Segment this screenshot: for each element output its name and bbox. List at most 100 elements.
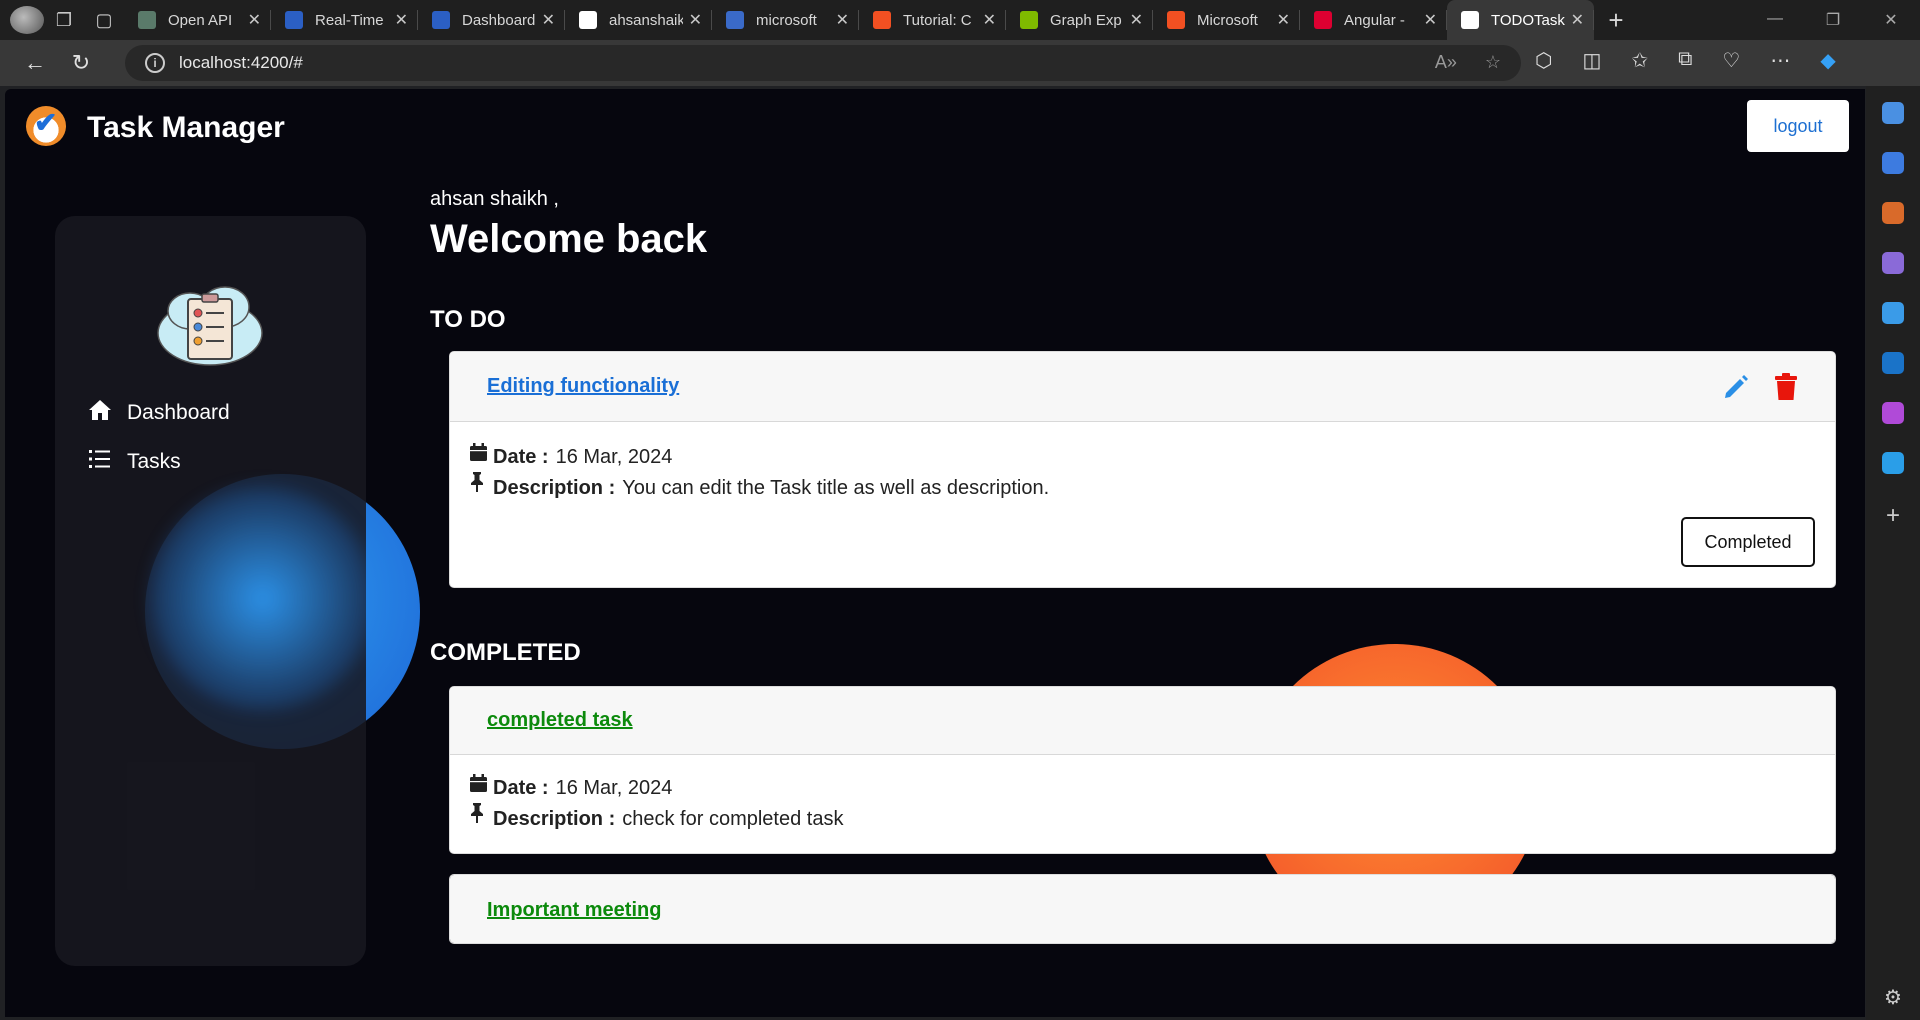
task-date: 16 Mar, 2024 [555, 777, 673, 799]
microsoft-365-icon[interactable] [1882, 302, 1904, 324]
favorites-icon[interactable]: ✩ [1631, 48, 1648, 73]
tab-favicon-icon [432, 11, 450, 29]
browser-tab[interactable]: Angular - ✕ [1300, 0, 1447, 40]
task-card-header: Editing functionality [450, 352, 1835, 422]
search-icon[interactable] [1882, 102, 1904, 124]
browser-tab[interactable]: TODOTask ✕ [1447, 0, 1594, 40]
tab-close-icon[interactable]: ✕ [1277, 10, 1290, 30]
more-menu-icon[interactable]: ⋯ [1770, 48, 1790, 73]
copilot-icon[interactable]: ◆ [1820, 48, 1835, 73]
browser-toolbar: ⬡ ◫ ✩ ⧉ ♡ ⋯ ◆ [1535, 48, 1836, 73]
welcome-heading: Welcome back [430, 217, 708, 261]
date-label: Date : [493, 446, 549, 468]
settings-gear-icon[interactable]: ⚙ [1866, 985, 1920, 1010]
read-aloud-icon[interactable]: A» [1435, 52, 1457, 73]
task-title-link[interactable]: Important meeting [487, 899, 661, 922]
add-sidebar-app-icon[interactable]: + [1866, 502, 1920, 530]
profile-avatar[interactable] [10, 6, 44, 34]
tab-close-icon[interactable]: ✕ [836, 10, 849, 30]
task-date-row: Date : 16 Mar, 2024 [470, 442, 1815, 472]
browser-tab[interactable]: Graph Exp ✕ [1006, 0, 1153, 40]
restore-button[interactable]: ❐ [1804, 10, 1862, 30]
tab-favicon-icon [1314, 11, 1332, 29]
refresh-button[interactable]: ↻ [58, 40, 104, 86]
tab-label: Real-Time [315, 11, 384, 29]
tab-label: Tutorial: C [903, 11, 972, 29]
tab-close-icon[interactable]: ✕ [1424, 10, 1437, 30]
extensions-icon[interactable]: ⬡ [1535, 48, 1552, 73]
back-button[interactable]: ← [12, 40, 58, 86]
task-title-link[interactable]: completed task [487, 709, 633, 732]
calendar-icon [470, 773, 488, 803]
browser-tab[interactable]: Tutorial: C ✕ [859, 0, 1006, 40]
browser-tab[interactable]: Real-Time ✕ [271, 0, 418, 40]
task-description: check for completed task [622, 807, 844, 830]
calendar-icon [470, 442, 488, 472]
tab-close-icon[interactable]: ✕ [983, 10, 996, 30]
browser-tab[interactable]: Microsoft ✕ [1153, 0, 1300, 40]
sidebar-item-label: Tasks [127, 450, 181, 473]
sidebar-item-tasks[interactable]: Tasks [83, 449, 181, 475]
todo-task-card: Editing functionality Date : 16 Mar, 202… [449, 351, 1836, 588]
browser-tab[interactable]: ahsanshaikh ✕ [565, 0, 712, 40]
tab-favicon-icon [1167, 11, 1185, 29]
tab-actions-icon[interactable]: ▢ [84, 0, 124, 40]
pushpin-icon [470, 472, 488, 503]
browser-essentials-icon[interactable]: ♡ [1722, 48, 1740, 73]
tools-icon[interactable] [1882, 202, 1904, 224]
tab-favicon-icon [579, 11, 597, 29]
tab-label: Angular - [1344, 11, 1405, 29]
split-screen-icon[interactable]: ◫ [1582, 48, 1601, 73]
workspaces-icon[interactable]: ❐ [44, 0, 84, 40]
drop-icon[interactable] [1882, 452, 1904, 474]
tab-label: Dashboard [462, 11, 536, 29]
tab-close-icon[interactable]: ✕ [248, 10, 261, 30]
mark-completed-button[interactable]: Completed [1681, 517, 1815, 567]
browser-tab[interactable]: Open API ✕ [124, 0, 271, 40]
outlook-icon[interactable] [1882, 352, 1904, 374]
completed-section-title: COMPLETED [430, 639, 581, 666]
new-tab-button[interactable]: + [1594, 5, 1638, 36]
browser-tab[interactable]: microsoft ✕ [712, 0, 859, 40]
completed-task-card: completed task Date : 16 Mar, 2024 Descr… [449, 686, 1836, 854]
minimize-button[interactable]: — [1746, 10, 1804, 30]
task-description-row: Description : check for completed task [470, 803, 1815, 834]
favorite-star-icon[interactable]: ☆ [1485, 52, 1501, 73]
tab-favicon-icon [285, 11, 303, 29]
url-field[interactable]: i localhost:4200/# A» ☆ [125, 45, 1521, 81]
tab-favicon-icon [1020, 11, 1038, 29]
browser-tab[interactable]: Dashboard ✕ [418, 0, 565, 40]
logout-button[interactable]: logout [1747, 100, 1849, 152]
shopping-icon[interactable] [1882, 152, 1904, 174]
sidebar-item-dashboard[interactable]: Dashboard [83, 399, 230, 427]
task-title-link[interactable]: Editing functionality [487, 375, 679, 398]
date-label: Date : [493, 777, 549, 799]
task-card-body: Date : 16 Mar, 2024 Description : check … [450, 755, 1835, 852]
tab-label: TODOTask [1491, 11, 1565, 29]
site-info-icon[interactable]: i [145, 53, 165, 73]
user-greeting: ahsan shaikh , [430, 188, 559, 210]
tab-close-icon[interactable]: ✕ [542, 10, 555, 30]
collections-icon[interactable]: ⧉ [1678, 48, 1692, 73]
edit-pencil-icon[interactable] [1721, 372, 1751, 402]
tab-label: microsoft [756, 11, 817, 29]
task-description: You can edit the Task title as well as d… [622, 476, 1050, 499]
games-icon[interactable] [1882, 252, 1904, 274]
sidebar-item-label: Dashboard [127, 401, 230, 424]
app-title: Task Manager [87, 111, 285, 144]
task-card-body: Date : 16 Mar, 2024 Description : You ca… [450, 422, 1835, 521]
app-page: Task Manager logout Dashboard Task [5, 89, 1865, 1017]
close-window-button[interactable]: ✕ [1862, 10, 1920, 30]
home-icon [83, 399, 117, 427]
url-text: localhost:4200/# [179, 53, 303, 72]
address-bar: ← ↻ i localhost:4200/# A» ☆ ⬡ ◫ ✩ ⧉ ♡ ⋯ … [0, 40, 1920, 86]
designer-icon[interactable] [1882, 402, 1904, 424]
tab-close-icon[interactable]: ✕ [1571, 10, 1584, 30]
tab-close-icon[interactable]: ✕ [689, 10, 702, 30]
completed-task-card: Important meeting [449, 874, 1836, 944]
description-label: Description : [493, 807, 616, 830]
delete-trash-icon[interactable] [1771, 372, 1801, 402]
tab-close-icon[interactable]: ✕ [395, 10, 408, 30]
tab-label: Graph Exp [1050, 11, 1122, 29]
tab-close-icon[interactable]: ✕ [1130, 10, 1143, 30]
